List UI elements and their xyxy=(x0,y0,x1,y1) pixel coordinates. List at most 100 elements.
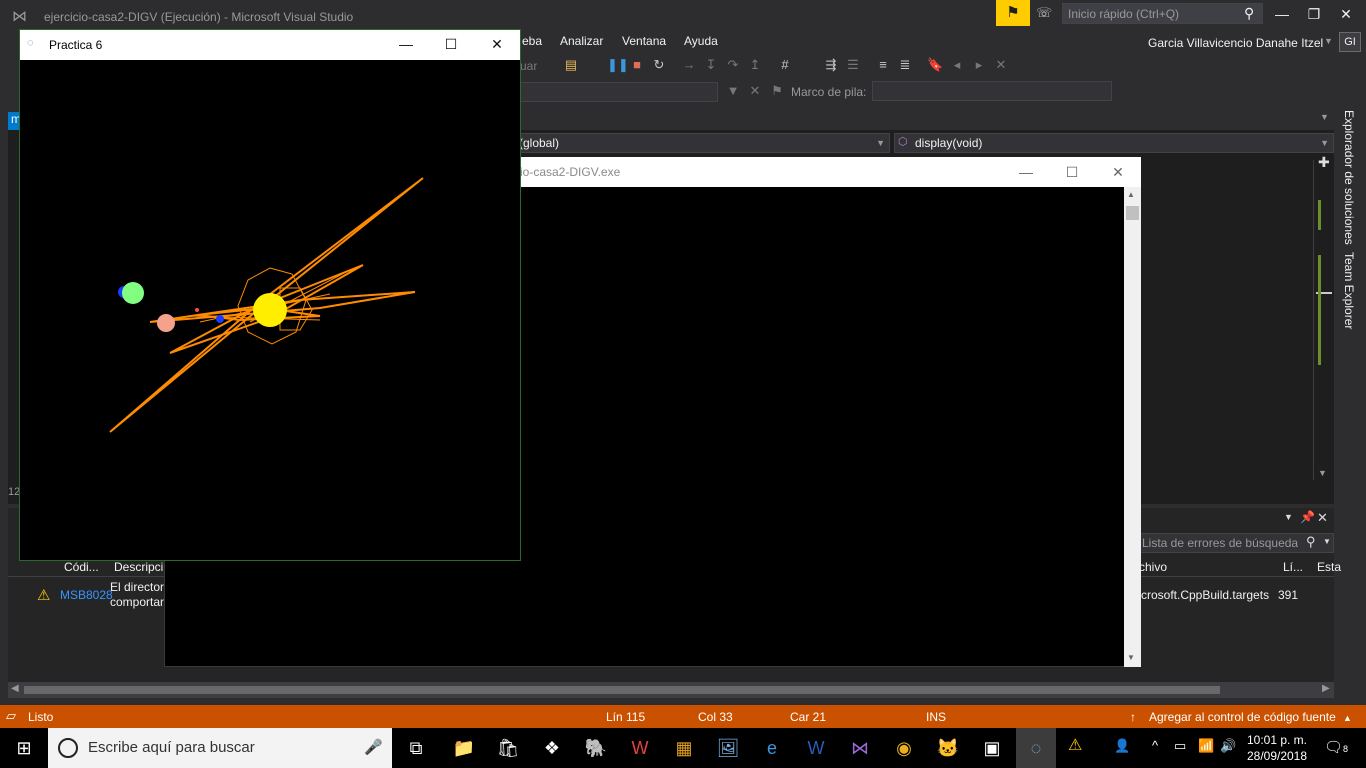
scope-combo[interactable]: (global) ▼ xyxy=(514,133,890,153)
console-app-icon[interactable]: ▣ xyxy=(976,732,1008,764)
avatar[interactable]: GI xyxy=(1339,32,1361,52)
warning-tray-icon[interactable]: ⚠ xyxy=(1068,735,1082,755)
tab-solution-explorer[interactable]: Explorador de soluciones xyxy=(1342,110,1356,245)
column-line[interactable]: Lí... xyxy=(1283,560,1303,574)
quick-launch-input[interactable]: Inicio rápido (Ctrl+Q) xyxy=(1062,3,1263,24)
people-icon[interactable]: 👤 xyxy=(1114,738,1130,754)
taskbar-clock[interactable]: 10:01 p. m. 28/09/2018 xyxy=(1242,732,1312,764)
step-out-icon[interactable]: ↥ xyxy=(747,57,763,73)
bookmark-icon[interactable]: 🔖 xyxy=(927,57,943,73)
image-viewer-icon[interactable]: 🖼 xyxy=(712,732,744,764)
error-search-input[interactable]: Lista de errores de búsqueda xyxy=(1138,533,1334,553)
threads-icon[interactable]: ⇶ xyxy=(823,57,839,73)
wifi-icon[interactable]: 📶 xyxy=(1198,738,1214,754)
menu-prueba[interactable]: eba xyxy=(522,34,542,48)
pin-icon[interactable]: 📌 xyxy=(1300,510,1315,524)
maximize-button[interactable]: ❐ xyxy=(1298,4,1330,24)
dropbox-icon[interactable]: ❖ xyxy=(536,732,568,764)
column-code[interactable]: Códi... xyxy=(64,560,99,574)
notification-flag-icon[interactable]: ⚑ xyxy=(996,0,1030,26)
battery-icon[interactable]: ▭ xyxy=(1174,738,1186,754)
tab-team-explorer[interactable]: Team Explorer xyxy=(1342,252,1356,329)
scrollbar-thumb[interactable] xyxy=(1126,206,1139,220)
minimize-button[interactable]: — xyxy=(1266,4,1298,24)
maximize-button[interactable]: ☐ xyxy=(431,32,471,56)
chrome-icon[interactable]: ◉ xyxy=(888,732,920,764)
wps-office-icon[interactable]: W xyxy=(624,732,656,764)
visual-studio-icon[interactable]: ⋈ xyxy=(844,732,876,764)
clear-bookmarks-icon[interactable]: ✕ xyxy=(993,57,1009,73)
cat-app-icon[interactable]: 🐱 xyxy=(932,732,964,764)
error-line[interactable]: 391 xyxy=(1278,588,1298,602)
scroll-down-icon[interactable]: ▼ xyxy=(1318,468,1327,478)
word-icon[interactable]: W xyxy=(800,732,832,764)
filter-clear-icon[interactable]: ✕ xyxy=(747,83,763,99)
task-view-icon[interactable]: ⧉ xyxy=(400,732,432,764)
continue-button-fragment[interactable]: uar xyxy=(520,59,537,73)
winrar-icon[interactable]: ▦ xyxy=(668,732,700,764)
stop-icon[interactable]: ■ xyxy=(629,57,645,73)
chevron-up-icon[interactable]: ▲ xyxy=(1343,713,1352,723)
chevron-down-icon[interactable]: ▼ xyxy=(1324,36,1333,46)
microphone-icon[interactable]: 🎤 xyxy=(364,738,383,756)
close-icon[interactable]: ✕ xyxy=(1317,510,1328,526)
column-state[interactable]: Esta xyxy=(1317,560,1341,574)
hex-display-icon[interactable]: # xyxy=(777,57,793,73)
edge-icon[interactable]: e xyxy=(756,732,788,764)
split-editor-icon[interactable]: ✚ xyxy=(1318,154,1330,171)
menu-ventana[interactable]: Ventana xyxy=(622,34,666,48)
error-description[interactable]: El director comportar xyxy=(110,580,164,610)
chevron-up-icon[interactable]: ^ xyxy=(1152,738,1158,753)
file-explorer-icon[interactable]: 📁 xyxy=(448,732,480,764)
uncomment-icon[interactable]: ≣ xyxy=(897,57,913,73)
process-icon[interactable]: ▤ xyxy=(563,57,579,73)
column-description[interactable]: Descripci xyxy=(114,560,163,574)
add-to-source-control[interactable]: Agregar al control de código fuente xyxy=(1149,710,1336,724)
scroll-up-icon[interactable]: ▲ xyxy=(1127,190,1135,199)
search-icon[interactable]: ⚲ xyxy=(1306,534,1316,550)
filter-icon[interactable]: ▼ xyxy=(725,83,741,99)
next-bookmark-icon[interactable]: ▸ xyxy=(971,57,987,73)
minimize-button[interactable]: — xyxy=(386,32,426,56)
feedback-icon[interactable]: ☏ xyxy=(1036,5,1054,21)
scroll-left-icon[interactable]: ◀ xyxy=(11,683,19,694)
step-into-icon[interactable]: ↧ xyxy=(703,57,719,73)
scrollbar-thumb[interactable] xyxy=(24,686,1220,694)
opengl-app-icon[interactable]: ◌ xyxy=(1016,728,1056,768)
menu-ayuda[interactable]: Ayuda xyxy=(684,34,718,48)
notification-center-icon[interactable]: 🗨8 xyxy=(1324,738,1348,756)
scroll-down-icon[interactable]: ▼ xyxy=(1127,653,1135,662)
vertical-scrollbar[interactable] xyxy=(1313,160,1314,480)
restart-icon[interactable]: ↻ xyxy=(651,57,667,73)
menu-analizar[interactable]: Analizar xyxy=(560,34,603,48)
stack-icon[interactable]: ☰ xyxy=(845,57,861,73)
debug-target-combo[interactable] xyxy=(514,82,718,102)
member-combo[interactable]: display(void) ▼ xyxy=(894,133,1334,153)
console-scrollbar[interactable] xyxy=(1124,187,1141,667)
user-name[interactable]: Garcia Villavicencio Danahe Itzel xyxy=(1148,36,1323,50)
close-button[interactable]: ✕ xyxy=(1098,160,1138,184)
close-button[interactable]: ✕ xyxy=(1330,4,1362,24)
arrow-up-icon[interactable]: ↑ xyxy=(1130,710,1136,724)
tab-dropdown-icon[interactable]: ▼ xyxy=(1320,112,1329,122)
error-file[interactable]: crosoft.CppBuild.targets xyxy=(1141,588,1269,602)
store-icon[interactable]: 🛍 xyxy=(492,732,524,764)
windows-start-icon[interactable]: ⊞ xyxy=(0,728,48,768)
evernote-icon[interactable]: 🐘 xyxy=(580,732,612,764)
pause-icon[interactable]: ❚❚ xyxy=(607,57,629,73)
error-code-link[interactable]: MSB8028 xyxy=(60,588,113,602)
flag-thread-icon[interactable]: ⚑ xyxy=(769,83,785,99)
minimize-button[interactable]: — xyxy=(1006,160,1046,184)
taskbar-search-input[interactable]: Escribe aquí para buscar xyxy=(48,728,392,768)
chevron-down-icon[interactable]: ▼ xyxy=(1323,537,1331,546)
close-button[interactable]: ✕ xyxy=(477,32,517,56)
stack-frame-combo[interactable] xyxy=(872,81,1112,101)
show-next-statement-icon[interactable]: → xyxy=(681,57,697,73)
step-over-icon[interactable]: ↷ xyxy=(725,57,741,73)
scroll-right-icon[interactable]: ▶ xyxy=(1322,683,1330,694)
opengl-canvas[interactable] xyxy=(20,60,520,560)
output-icon[interactable]: ▱ xyxy=(6,708,16,724)
search-icon[interactable]: ⚲ xyxy=(1244,5,1254,22)
volume-icon[interactable]: 🔊 xyxy=(1220,738,1236,754)
chevron-down-icon[interactable]: ▼ xyxy=(1284,512,1293,522)
